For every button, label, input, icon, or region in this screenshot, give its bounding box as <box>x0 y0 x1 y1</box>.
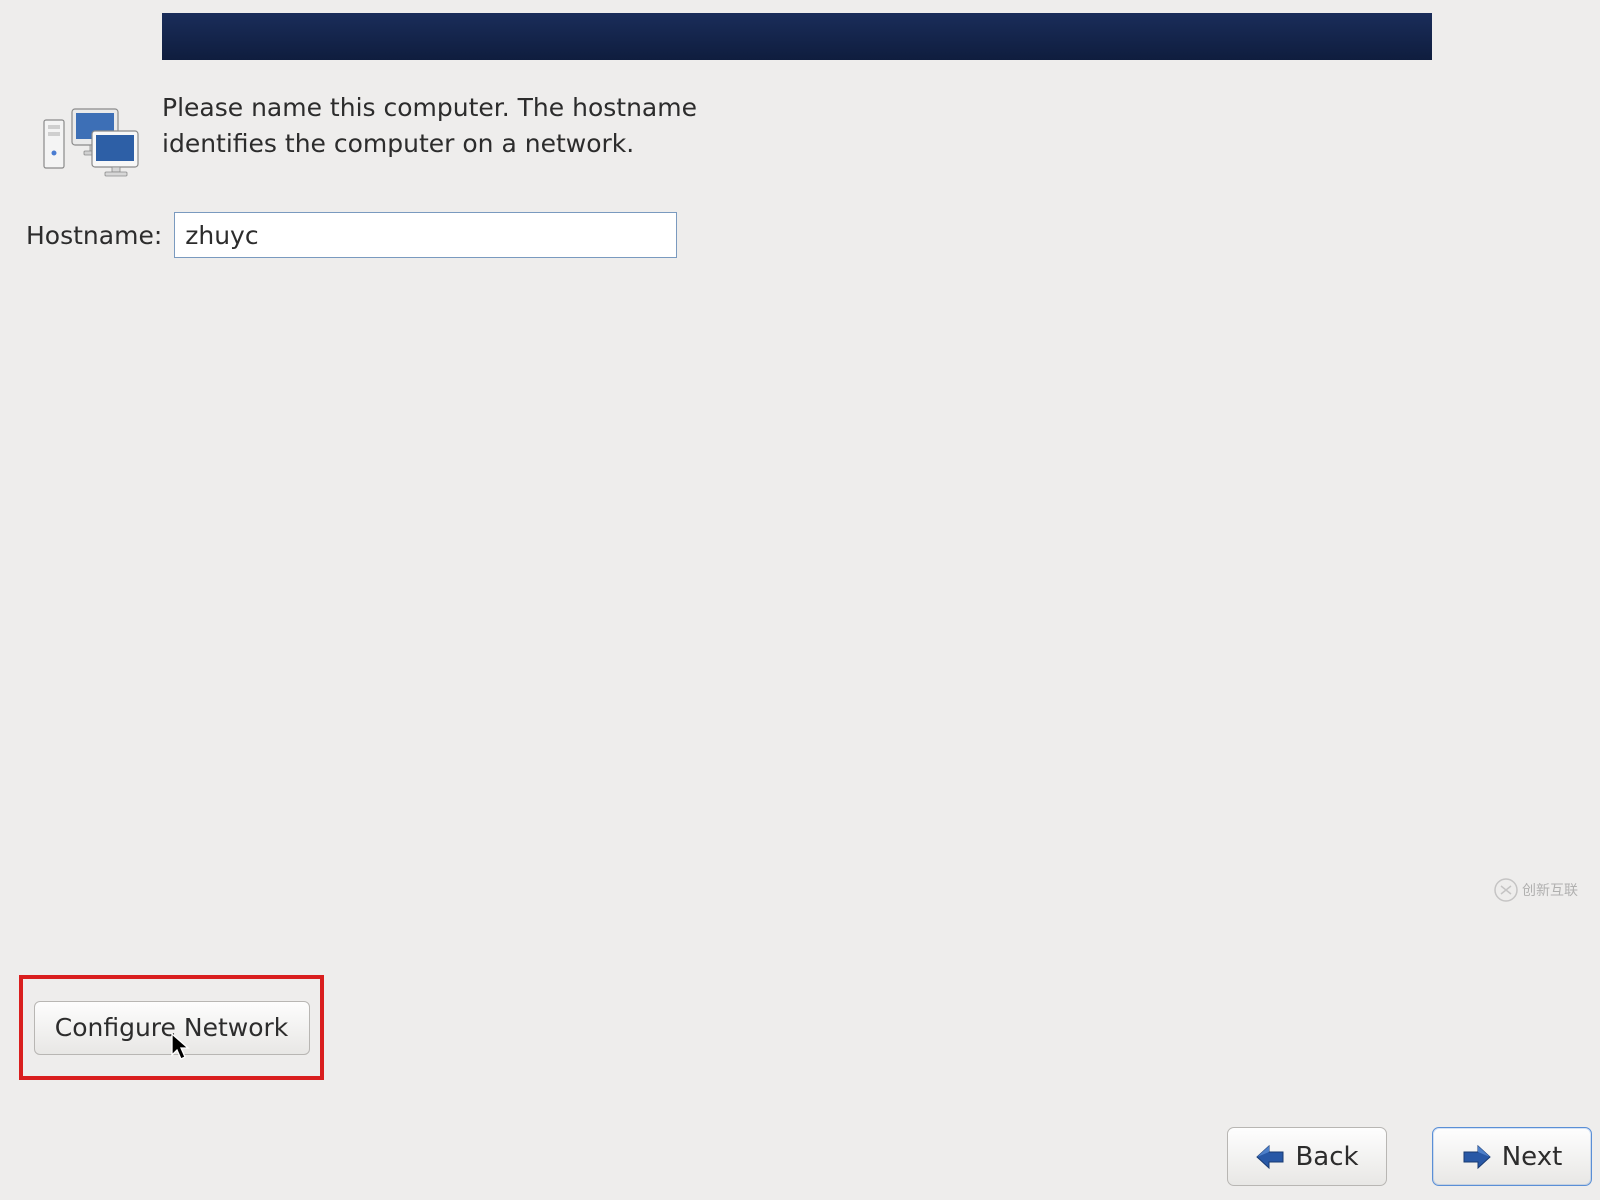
back-button[interactable]: Back <box>1227 1127 1387 1186</box>
next-button[interactable]: Next <box>1432 1127 1592 1186</box>
configure-network-highlight: Configure Network <box>19 975 324 1080</box>
hostname-row: Hostname: <box>26 212 1560 258</box>
hostname-label: Hostname: <box>26 221 162 250</box>
configure-network-button[interactable]: Configure Network <box>34 1001 310 1055</box>
nav-button-row: Back Next <box>1227 1127 1592 1186</box>
next-button-label: Next <box>1502 1142 1563 1172</box>
intro-text: Please name this computer. The hostname … <box>162 90 712 161</box>
hostname-input[interactable] <box>174 212 677 258</box>
back-button-label: Back <box>1295 1142 1358 1172</box>
arrow-left-icon <box>1255 1144 1285 1170</box>
installer-banner <box>162 13 1432 60</box>
network-computers-icon <box>40 103 140 178</box>
intro-row: Please name this computer. The hostname … <box>40 90 1560 178</box>
arrow-right-icon <box>1462 1144 1492 1170</box>
main-content: Please name this computer. The hostname … <box>40 90 1560 258</box>
watermark: 创新互联 <box>1494 870 1594 910</box>
watermark-text: 创新互联 <box>1522 880 1578 900</box>
